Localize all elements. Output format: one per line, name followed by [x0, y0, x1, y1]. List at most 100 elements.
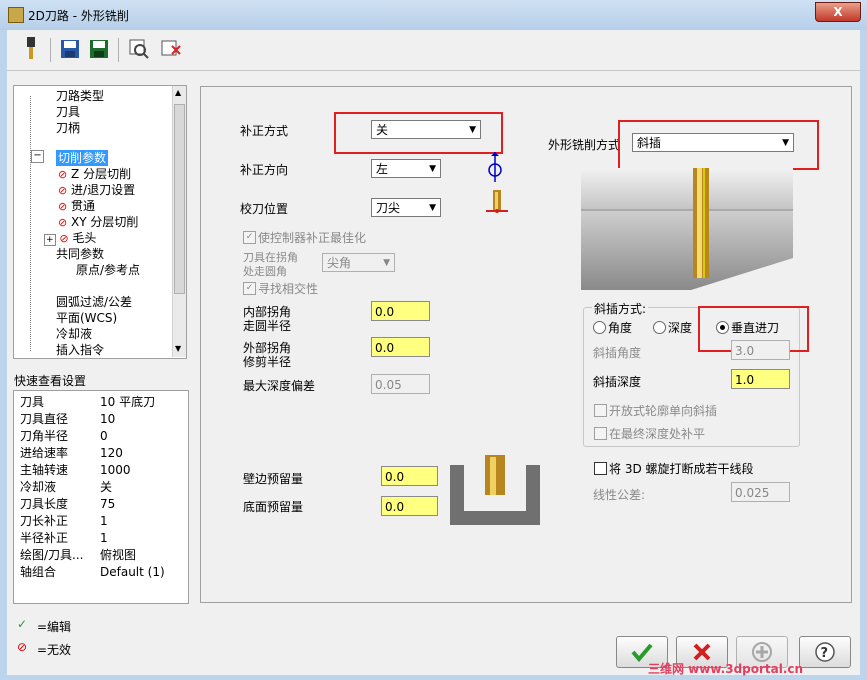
tree-scrollbar[interactable]: ▲ ▼	[172, 86, 186, 357]
tree-item-tabs[interactable]: + ⊘ 毛头	[44, 230, 96, 246]
tree-item-coolant[interactable]: 冷却液	[56, 326, 92, 342]
tree-item-arc-filter[interactable]: 圆弧过滤/公差	[56, 294, 132, 310]
tree-item-depth-cuts[interactable]: ⊘ Z 分层切削	[58, 166, 131, 182]
invalid-icon: ⊘	[58, 200, 68, 213]
comp-type-label: 补正方式	[240, 124, 289, 138]
quickview-value: 10	[100, 412, 116, 426]
open-contour-checkbox[interactable]	[594, 404, 607, 417]
tree-item-home-ref[interactable]: 原点/参考点	[76, 262, 140, 278]
quickview-key: 刀具	[20, 395, 45, 409]
legend-invalid: =无效	[37, 643, 72, 657]
chevron-down-icon: ▼	[429, 164, 436, 174]
preview-icon[interactable]	[126, 36, 152, 62]
tip-comp-value: 刀尖	[376, 201, 401, 215]
title-bar: 2D刀路 - 外形铣削 X	[0, 0, 867, 30]
quickview-panel: 刀具 10 平底刀 刀具直径 10 刀角半径 0 进给速率 120 主轴转速 1000 冷却液关刀具…	[13, 390, 189, 604]
ramp-depth-option: 深度	[668, 321, 693, 335]
floor-stock-input[interactable]: 0.0	[381, 496, 438, 516]
tree-item-cut-params[interactable]: 切削参数	[56, 150, 109, 166]
tangency-checkbox[interactable]: ✓	[243, 282, 256, 295]
tree-item-lead-inout[interactable]: ⊘ 进/退刀设置	[58, 182, 135, 198]
tree-item-holder[interactable]: 刀柄	[56, 120, 80, 136]
tree-item-common-params[interactable]: 共同参数	[56, 246, 104, 262]
tree-item-planes[interactable]: 平面(WCS)	[56, 310, 117, 326]
tree-item-canned-text[interactable]: 插入指令	[56, 342, 104, 358]
ramp-angle-input[interactable]: 3.0	[731, 340, 790, 360]
quickview-key: 刀长补正	[20, 514, 69, 528]
tree-item-multi-passes[interactable]: ⊘ XY 分层切削	[58, 214, 138, 230]
ramp-preview-image	[581, 168, 793, 293]
wall-stock-input[interactable]: 0.0	[381, 466, 438, 486]
final-depth-checkbox[interactable]	[594, 427, 607, 440]
quickview-value: 关	[100, 480, 113, 494]
wall-stock-label: 壁边预留量	[243, 472, 304, 486]
tree-item-label: XY 分层切削	[71, 215, 139, 229]
quickview-key: 刀具直径	[20, 412, 69, 426]
contour-type-label: 外形铣削方式	[548, 138, 621, 152]
quickview-key: 绘图/刀具...	[20, 548, 84, 562]
save-icon[interactable]	[57, 36, 83, 62]
quickview-list: 刀具 10 平底刀 刀具直径 10 刀角半径 0 进给速率 120 主轴转速 1000 冷却液关刀具…	[20, 394, 185, 581]
optimize-label: 使控制器补正最佳化	[258, 231, 367, 245]
inner-corner-input[interactable]: 0.0	[371, 301, 430, 321]
quickview-value: 1	[100, 531, 108, 545]
comp-dir-select[interactable]: 左 ▼	[371, 159, 441, 178]
help-icon: ?	[815, 642, 835, 662]
quickview-row: 半径补正 1	[20, 530, 185, 547]
tip-comp-select[interactable]: 刀尖 ▼	[371, 198, 441, 217]
quickview-key: 冷却液	[20, 480, 57, 494]
tree-connector	[30, 96, 32, 351]
outer-corner-label-2: 修剪半径	[243, 355, 292, 369]
help-button[interactable]: ?	[799, 636, 851, 668]
max-dev-input[interactable]: 0.05	[371, 374, 430, 394]
tree-item-toolpath-type[interactable]: 刀路类型	[56, 88, 104, 104]
quickview-value: 75	[100, 497, 116, 511]
scroll-up-icon[interactable]: ▲	[175, 88, 181, 97]
svg-text:?: ?	[821, 646, 829, 661]
tree-item-tool[interactable]: 刀具	[56, 104, 80, 120]
highlight-box	[618, 120, 819, 170]
linear-tol-input[interactable]: 0.025	[731, 482, 790, 502]
scroll-down-icon[interactable]: ▼	[175, 344, 181, 353]
quickview-key: 轴组合	[20, 565, 57, 579]
toolbar-separator	[50, 38, 51, 62]
tree-item-label: Z 分层切削	[71, 167, 132, 181]
dialog-window: 2D刀路 - 外形铣削 X ▲ ▼ 刀路类型 刀具 刀柄 切削参数 ⊘ Z 分层…	[0, 0, 867, 680]
tool-icon[interactable]	[18, 36, 44, 62]
tip-comp-label: 校刀位置	[240, 202, 289, 216]
floor-stock-label: 底面预留量	[243, 500, 304, 514]
max-dev-label: 最大深度偏差	[243, 379, 316, 393]
invalid-icon: ⊘	[58, 168, 68, 181]
quickview-value: 俯视图	[100, 548, 137, 562]
app-icon	[8, 7, 24, 23]
quickview-row: 主轴转速 1000	[20, 462, 185, 479]
corner-roll-value: 尖角	[327, 256, 352, 270]
outer-corner-input[interactable]: 0.0	[371, 337, 430, 357]
delete-icon[interactable]	[158, 36, 184, 62]
quickview-row: 刀长补正 1	[20, 513, 185, 530]
ramp-angle-radio[interactable]	[593, 321, 606, 334]
helix-break-checkbox[interactable]	[594, 462, 607, 475]
optimize-checkbox[interactable]: ✓	[243, 231, 256, 244]
ramp-group-label: 斜插方式:	[592, 300, 649, 317]
scrollbar-thumb[interactable]	[174, 104, 185, 294]
quickview-key: 刀角半径	[20, 429, 69, 443]
comp-dir-value: 左	[376, 162, 389, 176]
collapse-icon[interactable]: −	[31, 150, 44, 163]
quickview-value: 1000	[100, 463, 131, 477]
corner-roll-select[interactable]: 尖角 ▼	[322, 253, 395, 272]
expand-icon[interactable]: +	[44, 234, 56, 246]
tree-item-break-through[interactable]: ⊘ 贯通	[58, 198, 95, 214]
chevron-down-icon: ▼	[383, 258, 390, 268]
stock-diagram-image	[450, 455, 540, 528]
ramp-depth-radio[interactable]	[653, 321, 666, 334]
linear-tol-label: 线性公差:	[593, 488, 646, 502]
invalid-icon: ⊘	[17, 640, 28, 654]
close-button[interactable]: X	[815, 2, 861, 22]
quickview-value: Default (1)	[100, 565, 165, 579]
ramp-depth-input[interactable]: 1.0	[731, 369, 790, 389]
tree-item-label: 进/退刀设置	[71, 183, 136, 197]
quickview-row: 绘图/刀具... 俯视图	[20, 547, 185, 564]
save-all-icon[interactable]	[87, 36, 113, 62]
window-title: 2D刀路 - 外形铣削	[28, 9, 129, 23]
